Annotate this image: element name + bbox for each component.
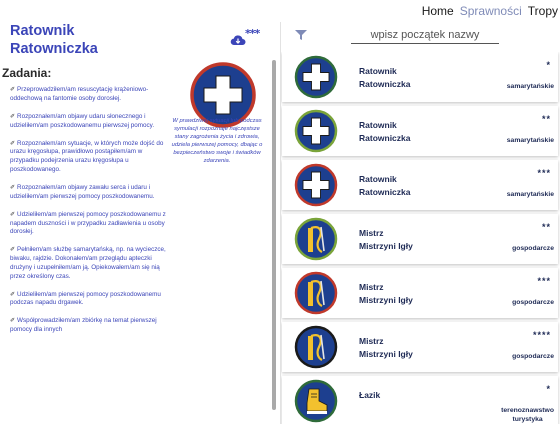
more-options-button[interactable]: *** xyxy=(245,27,260,40)
top-navigation: Home Sprawności Tropy xyxy=(422,0,560,22)
badge-name: Ratownik Ratowniczka xyxy=(359,120,411,143)
badge-description: W prawdziwej sytuacji lub podczas symula… xyxy=(171,118,263,164)
medical-cross-icon xyxy=(294,109,338,153)
left-scrollbar[interactable] xyxy=(272,60,276,410)
badge-list-item[interactable]: Ratownik Ratowniczka ** samarytańskie xyxy=(282,106,558,156)
badge-level: **** xyxy=(532,330,551,340)
leaf-icon: ✐ xyxy=(10,140,16,147)
tasks-heading: Zadania: xyxy=(2,66,52,80)
badge-level: * xyxy=(546,60,551,70)
badge-name: Mistrz Mistrzyni Igły xyxy=(359,228,413,251)
task-item: ✐ Współprowadziłem/am zbiórkę na temat pi… xyxy=(10,317,157,334)
badge-list-item[interactable]: Mistrz Mistrzyni Igły ** gospodarcze xyxy=(282,214,558,264)
badge-list-item[interactable]: Mistrz Mistrzyni Igły *** gospodarcze xyxy=(282,268,558,318)
hiking-boot-icon xyxy=(294,379,338,423)
medical-cross-icon xyxy=(294,55,338,99)
task-list: ✐ Przeprowadziłem/am resuscytację krążeni… xyxy=(10,86,166,344)
badge-list-item[interactable]: Mistrz Mistrzyni Igły **** gospodarcze xyxy=(282,322,558,372)
nav-tropy-link[interactable]: Tropy xyxy=(528,4,558,18)
leaf-icon: ✐ xyxy=(10,291,16,298)
needle-thread-icon xyxy=(294,271,338,315)
needle-thread-icon xyxy=(294,325,338,369)
badge-category: terenoznawstwo turystyka xyxy=(501,407,554,423)
badge-level: *** xyxy=(537,276,551,286)
badge-category: samarytańskie xyxy=(506,191,554,198)
badge-title: Ratownik Ratowniczka xyxy=(10,22,98,58)
badge-title-line2: Ratowniczka xyxy=(10,41,98,57)
task-item: ✐ Rozpoznałem/am objawy udaru słonecznego… xyxy=(10,112,155,129)
badge-list-item[interactable]: Ratownik Ratowniczka *** samarytańskie xyxy=(282,160,558,210)
badge-detail-panel: Ratownik Ratowniczka *** Zadania: ✐ Przep… xyxy=(0,22,272,424)
badge-category: samarytańskie xyxy=(506,137,554,144)
badge-category: samarytańskie xyxy=(506,83,554,90)
leaf-icon: ✐ xyxy=(10,247,16,254)
badge-name: Mistrz Mistrzyni Igły xyxy=(359,336,413,359)
leaf-icon: ✐ xyxy=(10,184,16,191)
badge-title-line1: Ratownik xyxy=(10,23,75,39)
nav-sprawnosci-link[interactable]: Sprawności xyxy=(460,4,522,18)
search-input[interactable] xyxy=(351,26,499,44)
filter-icon[interactable] xyxy=(295,30,307,40)
badge-category: gospodarcze xyxy=(512,299,554,306)
badge-name: Ratownik Ratowniczka xyxy=(359,174,411,197)
task-item: ✐ Rozpoznałem/am objawy zawału serca i ud… xyxy=(10,183,155,200)
leaf-icon: ✐ xyxy=(10,87,16,93)
leaf-icon: ✐ xyxy=(10,211,16,218)
badge-level: ** xyxy=(541,114,551,124)
badge-list-panel: RatownikRatowniczka*samarytańskieRatowni… xyxy=(281,22,560,424)
badge-category: gospodarcze xyxy=(512,353,554,360)
badge-level: ** xyxy=(541,222,551,232)
badge-list-item[interactable]: Ratownik Ratowniczka * samarytańskie xyxy=(282,52,558,102)
badge-category: gospodarcze xyxy=(512,245,554,252)
task-item: ✐ Pełniłem/am służbę samarytańską, np. na… xyxy=(10,246,166,280)
leaf-icon: ✐ xyxy=(10,318,16,325)
task-item: ✐ Przeprowadziłem/am resuscytację krążeni… xyxy=(10,86,149,102)
task-item: ✐ Rozpoznałem/am sytuacje, w których może… xyxy=(10,139,164,173)
medical-cross-icon xyxy=(294,163,338,207)
needle-thread-icon xyxy=(294,217,338,261)
task-item: ✐ Udzieliłem/am pierwszej pomocy poszkodo… xyxy=(10,210,166,236)
badge-level: * xyxy=(546,384,551,394)
badge-name: Ratownik Ratowniczka xyxy=(359,66,411,89)
nav-home-link[interactable]: Home xyxy=(422,4,454,18)
cloud-download-icon[interactable] xyxy=(230,34,246,46)
badge-name: Łazik xyxy=(359,390,381,400)
badge-name: Mistrz Mistrzyni Igły xyxy=(359,282,413,305)
leaf-icon: ✐ xyxy=(10,113,16,120)
badge-list-item[interactable]: Łazik * terenoznawstwo turystyka xyxy=(282,376,558,424)
task-item: ✐ Udzieliłem/am pierwszej pomocy poszkodo… xyxy=(10,290,161,307)
badge-list: Ratownik Ratowniczka * samarytańskie Ratowni… xyxy=(281,52,560,424)
badge-level: *** xyxy=(537,168,551,178)
